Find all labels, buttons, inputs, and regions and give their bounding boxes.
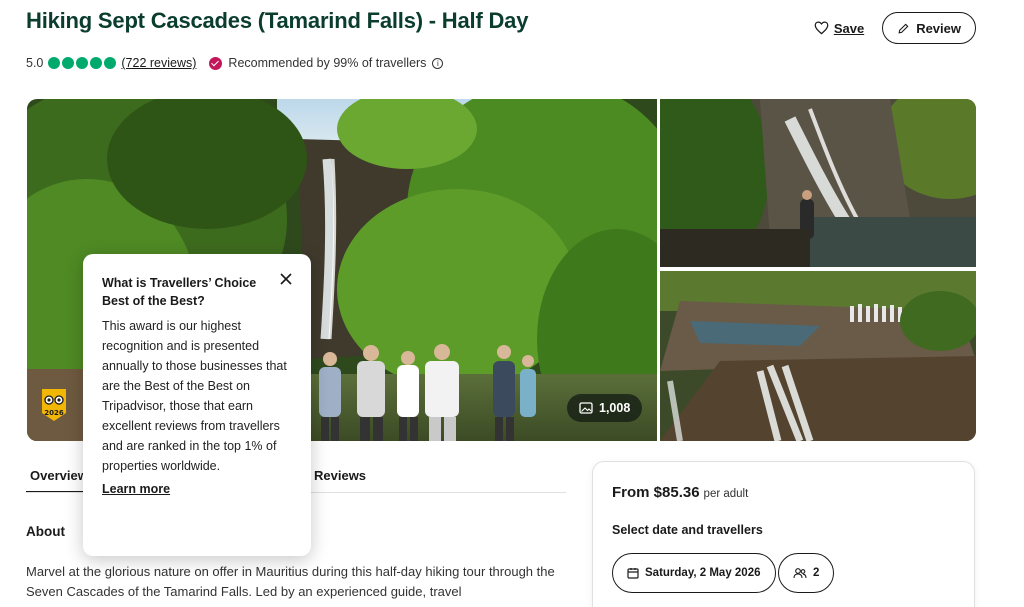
booking-card: From $85.36 per adult Select date and tr… [592, 461, 975, 607]
people-icon [793, 568, 807, 579]
travellers-picker-button[interactable]: 2 [778, 553, 835, 593]
tab-bar: Overview [26, 466, 92, 493]
select-label: Select date and travellers [612, 523, 763, 537]
rating-row: 5.0 (722 reviews) Recommended by 99% of … [26, 56, 444, 70]
learn-more-link[interactable]: Learn more [102, 482, 170, 496]
review-button[interactable]: Review [882, 12, 976, 44]
about-text: Marvel at the glorious nature on offer i… [26, 564, 555, 599]
rating-bubble [90, 57, 103, 69]
review-label: Review [916, 20, 961, 36]
recommended-info: Recommended by 99% of travellers i [209, 56, 444, 70]
rating-bubble [62, 57, 75, 69]
travellers-value: 2 [813, 567, 820, 579]
price-row: From $85.36 per adult [612, 484, 748, 501]
info-icon[interactable]: i [432, 57, 444, 69]
award-year: 2026 [44, 409, 64, 417]
tab-reviews[interactable]: Reviews [314, 468, 366, 483]
photo-count-button[interactable]: 1,008 [567, 394, 643, 422]
page-title: Hiking Sept Cascades (Tamarind Falls) - … [26, 8, 529, 33]
gallery-photo-cascades[interactable] [660, 271, 976, 441]
reviews-count-link[interactable]: (722 reviews) [121, 56, 196, 70]
price-value: From $85.36 [612, 484, 700, 501]
price-unit: per adult [703, 488, 749, 500]
pencil-icon [898, 23, 909, 34]
rating-bubbles [48, 57, 117, 69]
gallery-photo-waterfall[interactable] [660, 99, 976, 267]
header-actions: Save Review [810, 12, 976, 44]
popover-body: This award is our highest recognition an… [102, 319, 287, 473]
checkmark-badge-icon [209, 56, 223, 70]
recommended-text: Recommended by 99% of travellers [228, 56, 427, 70]
tab-overview[interactable]: Overview [26, 466, 92, 493]
rating-score: 5.0 [26, 56, 44, 70]
rating-bubble [104, 57, 117, 69]
heart-icon [814, 21, 829, 35]
image-icon [579, 402, 593, 414]
award-info-popover: What is Travellers’ Choice Best of the B… [83, 254, 311, 556]
date-picker-button[interactable]: Saturday, 2 May 2026 [612, 553, 776, 593]
calendar-icon [627, 568, 639, 579]
rating-bubble [76, 57, 89, 69]
photo-count-label: 1,008 [599, 401, 631, 415]
popover-title: What is Travellers’ Choice Best of the B… [102, 276, 257, 308]
save-button[interactable]: Save [810, 12, 868, 44]
date-value: Saturday, 2 May 2026 [645, 567, 761, 579]
travellers-choice-award-icon[interactable]: 2026 [39, 387, 69, 423]
close-icon[interactable] [279, 272, 293, 286]
rating-bubble [48, 57, 61, 69]
save-label: Save [833, 20, 865, 36]
about-heading: About [26, 524, 65, 539]
